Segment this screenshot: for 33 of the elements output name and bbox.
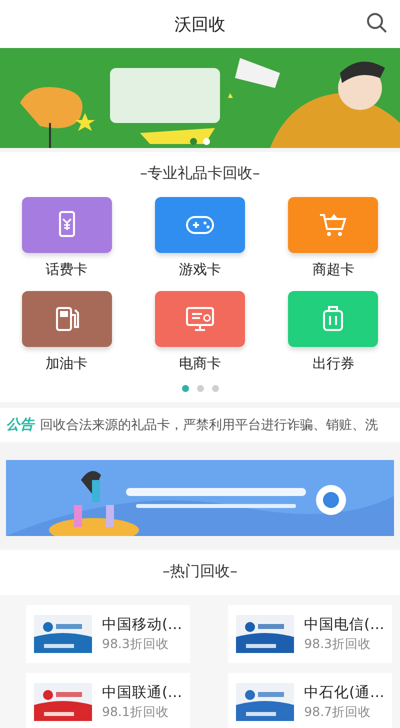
category-label[interactable]: 游戏卡 xyxy=(178,261,221,279)
section-title: –热门回收– xyxy=(162,561,238,582)
product-card[interactable]: 中国移动(… 98.3折回收 xyxy=(26,605,190,663)
page-title: 沃回收 xyxy=(174,14,226,36)
category-tile[interactable] xyxy=(22,291,112,347)
discount-rate: 98.3折回收 xyxy=(102,636,170,653)
page-dot[interactable] xyxy=(182,385,188,392)
product-card[interactable]: 中国电信(… 98.3折回收 xyxy=(228,605,392,663)
product-name: 中国联通(… xyxy=(102,684,182,702)
discount-rate: 98.3折回收 xyxy=(304,636,372,653)
category-tile[interactable] xyxy=(22,197,112,253)
product-card[interactable]: 中国联通(… 98.1折回收 xyxy=(26,673,190,728)
section-title: –专业礼品卡回收– xyxy=(139,163,261,184)
category-tile[interactable] xyxy=(154,197,245,253)
notice-label: 公告 xyxy=(6,416,34,434)
category-label[interactable]: 商超卡 xyxy=(312,261,354,279)
product-name: 中国电信(… xyxy=(304,616,384,634)
category-label[interactable]: 话费卡 xyxy=(46,261,88,279)
product-name: 中石化(通… xyxy=(304,684,384,702)
category-label[interactable]: 加油卡 xyxy=(46,355,88,373)
category-label[interactable]: 出行券 xyxy=(312,355,354,373)
discount-rate: 98.7折回收 xyxy=(304,704,372,721)
product-name: 中国移动(… xyxy=(102,616,182,634)
category-tile[interactable] xyxy=(288,197,378,253)
page-dot[interactable] xyxy=(196,385,204,392)
page-dot[interactable] xyxy=(212,385,218,392)
category-tile[interactable] xyxy=(288,291,378,347)
product-card[interactable]: 中石化(通… 98.7折回收 xyxy=(228,673,392,728)
category-label[interactable]: 电商卡 xyxy=(178,355,221,373)
search-icon[interactable] xyxy=(366,12,388,34)
discount-rate: 98.1折回收 xyxy=(102,704,170,721)
notice-text: 回收合法来源的礼品卡，严禁利用平台进行诈骗、销赃、洗 xyxy=(40,417,378,434)
category-tile[interactable] xyxy=(154,291,245,347)
